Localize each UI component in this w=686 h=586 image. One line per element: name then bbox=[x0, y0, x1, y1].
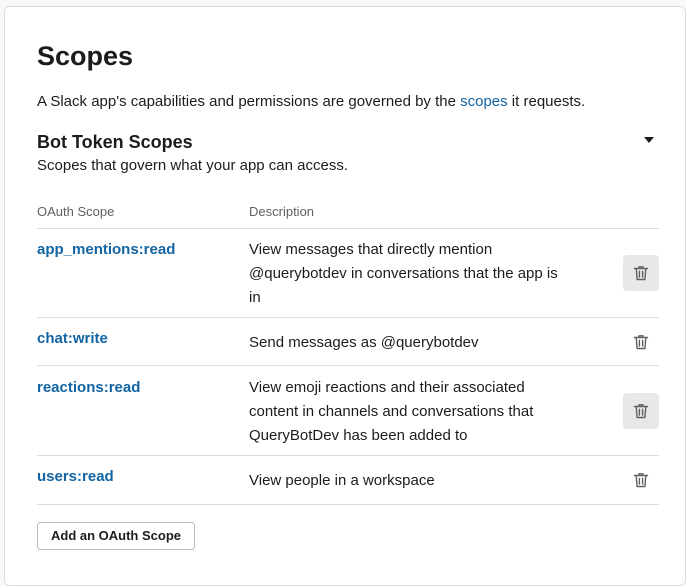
column-header-description: Description bbox=[249, 204, 315, 219]
trash-icon bbox=[633, 404, 649, 419]
delete-scope-button[interactable] bbox=[623, 393, 659, 429]
caret-down-icon[interactable] bbox=[644, 137, 654, 143]
trash-icon bbox=[633, 266, 649, 281]
add-oauth-scope-button[interactable]: Add an OAuth Scope bbox=[37, 522, 195, 550]
intro-text-after: it requests. bbox=[507, 93, 586, 110]
delete-scope-button[interactable] bbox=[623, 255, 659, 291]
scope-users-read[interactable]: users:read bbox=[37, 468, 114, 485]
table-divider bbox=[37, 228, 659, 229]
table-divider bbox=[37, 365, 659, 366]
scopes-link[interactable]: scopes bbox=[460, 93, 508, 110]
scope-chat-write[interactable]: chat:write bbox=[37, 330, 108, 347]
scope-description: View emoji reactions and their associate… bbox=[249, 379, 534, 444]
table-divider bbox=[37, 455, 659, 456]
scope-description: View messages that directly mention @que… bbox=[249, 241, 558, 306]
column-header-oauth-scope: OAuth Scope bbox=[37, 204, 115, 219]
intro-text: A Slack app's capabilities and permissio… bbox=[37, 93, 585, 110]
section-subtitle: Scopes that govern what your app can acc… bbox=[37, 157, 349, 174]
delete-scope-button[interactable] bbox=[623, 324, 659, 360]
scope-description: Send messages as @querybotdev bbox=[249, 334, 479, 351]
intro-text-before: A Slack app's capabilities and permissio… bbox=[37, 93, 461, 110]
trash-icon bbox=[633, 335, 649, 350]
table-divider bbox=[37, 317, 659, 318]
delete-scope-button[interactable] bbox=[623, 462, 659, 498]
scope-app-mentions-read[interactable]: app_mentions:read bbox=[37, 241, 175, 258]
page-title: Scopes bbox=[37, 41, 134, 71]
scopes-card: Scopes A Slack app's capabilities and pe… bbox=[4, 6, 686, 586]
trash-icon bbox=[633, 473, 649, 488]
scope-reactions-read[interactable]: reactions:read bbox=[37, 379, 140, 396]
table-divider bbox=[37, 504, 659, 505]
section-title: Bot Token Scopes bbox=[37, 132, 193, 152]
scope-description: View people in a workspace bbox=[249, 472, 435, 489]
